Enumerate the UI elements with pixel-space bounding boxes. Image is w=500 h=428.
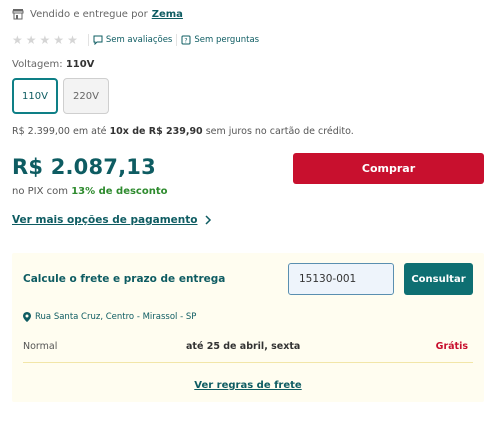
more-payment-label: Ver mais opções de pagamento bbox=[12, 214, 198, 226]
reviews-link[interactable]: Sem avaliações bbox=[93, 35, 173, 45]
chevron-right-icon bbox=[204, 215, 211, 225]
reviews-label: Sem avaliações bbox=[105, 35, 173, 45]
questions-link[interactable]: ? Sem perguntas bbox=[181, 35, 259, 45]
more-payment-link[interactable]: Ver mais opções de pagamento bbox=[12, 214, 212, 226]
star-icon: ★ bbox=[67, 33, 78, 47]
question-icon: ? bbox=[181, 35, 191, 45]
star-icon: ★ bbox=[12, 33, 23, 47]
shipping-eta: até 25 de abril, sexta bbox=[186, 341, 301, 352]
shipping-price: Grátis bbox=[435, 341, 468, 352]
consult-button[interactable]: Consultar bbox=[404, 263, 473, 295]
store-icon bbox=[12, 9, 24, 20]
rating-bar: ★ ★ ★ ★ ★ Sem avaliações ? Sem perguntas bbox=[12, 32, 259, 48]
star-icon: ★ bbox=[39, 33, 51, 47]
pix-prefix: no PIX com bbox=[12, 186, 69, 197]
shipping-panel: Calcule o frete e prazo de entrega Consu… bbox=[12, 253, 484, 402]
seller-info: Vendido e entregue por Zema bbox=[12, 6, 183, 22]
star-icon: ★ bbox=[25, 33, 37, 47]
full-price: R$ 2.399,00 bbox=[12, 126, 70, 137]
shipping-rules-wrap: Ver regras de frete bbox=[12, 380, 484, 391]
shipping-rules-link[interactable]: Ver regras de frete bbox=[194, 380, 301, 391]
voltage-selected: 110V bbox=[65, 59, 95, 70]
voltage-option-220v[interactable]: 220V bbox=[63, 78, 109, 114]
svg-text:?: ? bbox=[185, 38, 188, 45]
installments-count: 10x de R$ 239,90 bbox=[109, 126, 203, 137]
pix-info: no PIX com 13% de desconto bbox=[12, 186, 168, 197]
cep-input[interactable] bbox=[288, 263, 394, 295]
installments-suffix: sem juros no cartão de crédito. bbox=[205, 126, 354, 137]
shipping-option-row: Normal até 25 de abril, sexta Grátis bbox=[23, 335, 473, 363]
shipping-type: Normal bbox=[23, 341, 58, 352]
buy-button[interactable]: Comprar bbox=[293, 153, 484, 184]
price-value: R$ 2.087,13 bbox=[12, 155, 156, 179]
shipping-title: Calcule o frete e prazo de entrega bbox=[23, 273, 226, 285]
location-pin-icon bbox=[23, 312, 31, 322]
address-text: Rua Santa Cruz, Centro - Mirassol - SP bbox=[35, 312, 197, 322]
rating-stars[interactable]: ★ ★ ★ ★ ★ bbox=[12, 34, 78, 46]
pix-discount: 13% de desconto bbox=[71, 186, 168, 197]
comment-icon bbox=[93, 35, 103, 45]
questions-label: Sem perguntas bbox=[194, 35, 260, 45]
installments-info: R$ 2.399,00 em até 10x de R$ 239,90 sem … bbox=[12, 126, 354, 137]
voltage-label: Voltagem: 110V bbox=[12, 59, 94, 70]
voltage-option-110v[interactable]: 110V bbox=[12, 78, 58, 114]
star-icon: ★ bbox=[53, 33, 65, 47]
divider bbox=[87, 34, 89, 46]
divider bbox=[176, 34, 178, 46]
installments-text: em até bbox=[73, 126, 107, 137]
shipping-address: Rua Santa Cruz, Centro - Mirassol - SP bbox=[23, 312, 196, 322]
seller-link[interactable]: Zema bbox=[152, 9, 183, 20]
seller-prefix: Vendido e entregue por bbox=[30, 8, 148, 20]
voltage-label-text: Voltagem: bbox=[12, 59, 63, 70]
